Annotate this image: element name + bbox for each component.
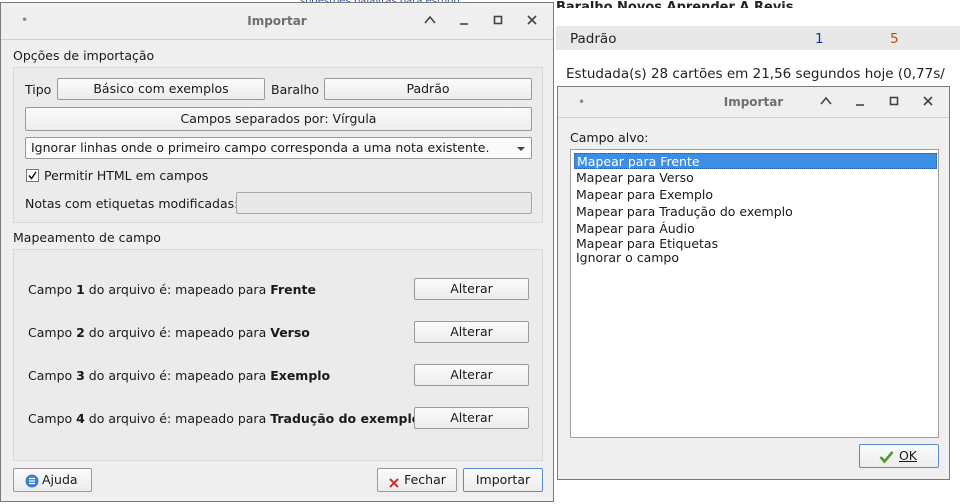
ok-label: OK [898, 448, 918, 463]
close-label: Fechar [404, 472, 446, 487]
help-label: Ajuda [42, 472, 78, 487]
deck-name[interactable]: Padrão [570, 31, 616, 47]
close-button[interactable]: Fechar [377, 468, 457, 492]
duplicate-handling-value: Ignorar linhas onde o primeiro campo cor… [31, 140, 490, 155]
minimize-icon[interactable] [453, 11, 475, 31]
help-icon [25, 473, 39, 495]
note-type-button[interactable]: Básico com exemplos [57, 78, 265, 100]
close-icon[interactable] [521, 11, 543, 31]
field-select-titlebar[interactable]: • Importar [558, 87, 949, 118]
change-field-1-button[interactable]: Alterar [414, 278, 529, 300]
chevron-up-icon[interactable] [419, 11, 441, 31]
tags-label: Notas com etiquetas modificadas: [25, 196, 239, 211]
target-field-label: Campo alvo: [570, 130, 649, 145]
mapping-row: Campo 2 do arquivo é: mapeado para Verso [28, 325, 310, 340]
target-field-list[interactable]: Mapear para Frente Mapear para Verso Map… [570, 149, 939, 438]
close-x-icon [388, 474, 400, 496]
change-field-2-button[interactable]: Alterar [414, 321, 529, 343]
mapping-row: Campo 4 do arquivo é: mapeado para Tradu… [28, 411, 421, 426]
type-label: Tipo [25, 82, 52, 97]
deck-learn-count: 5 [890, 31, 899, 47]
maximize-icon[interactable] [883, 92, 905, 112]
minimize-icon[interactable] [849, 92, 871, 112]
import-button[interactable]: Importar [463, 468, 543, 492]
tags-input[interactable] [236, 192, 532, 214]
import-options-group: Tipo Básico com exemplos Baralho Padrão … [13, 67, 543, 223]
deck-row[interactable] [556, 26, 960, 50]
duplicate-handling-select[interactable]: Ignorar linhas onde o primeiro campo cor… [25, 137, 532, 159]
deck-list-header: Baralho Novos Aprender A Revis [556, 0, 794, 8]
mapping-row: Campo 1 do arquivo é: mapeado para Frent… [28, 282, 316, 297]
checkmark-icon [879, 449, 894, 471]
field-mapping-title: Mapeamento de campo [13, 230, 161, 245]
maximize-icon[interactable] [487, 11, 509, 31]
list-item[interactable]: Mapear para Exemplo [574, 187, 937, 203]
field-select-dialog: • Importar Campo alvo: Mapear para Frent… [557, 86, 950, 480]
chevron-up-icon[interactable] [815, 92, 837, 112]
list-item[interactable]: Mapear para Verso [574, 170, 937, 186]
import-titlebar[interactable]: • Importar [1, 3, 553, 40]
help-button[interactable]: Ajuda [13, 468, 92, 492]
import-options-title: Opções de importação [13, 48, 155, 63]
close-icon[interactable] [917, 92, 939, 112]
mapping-row: Campo 3 do arquivo é: mapeado para Exemp… [28, 368, 331, 383]
change-field-4-button[interactable]: Alterar [414, 407, 529, 429]
list-item[interactable]: Mapear para Áudio [574, 221, 937, 237]
field-separator-button[interactable]: Campos separados por: Vírgula [25, 107, 532, 131]
allow-html-label: Permitir HTML em campos [44, 168, 209, 183]
deck-button[interactable]: Padrão [324, 78, 532, 100]
chevron-down-icon [517, 147, 525, 151]
field-mapping-group: Campo 1 do arquivo é: mapeado para Frent… [13, 249, 543, 461]
allow-html-checkbox[interactable] [26, 169, 39, 182]
studied-summary: Estudada(s) 28 cartões em 21,56 segundos… [566, 66, 945, 82]
import-dialog: • Importar Opções de importação Tipo Bás… [0, 2, 554, 502]
deck-label: Baralho [271, 82, 320, 97]
list-item[interactable]: Mapear para Frente [574, 153, 937, 169]
deck-new-count: 1 [815, 31, 824, 47]
list-item[interactable]: Mapear para Tradução do exemplo [574, 204, 937, 220]
list-item[interactable]: Ignorar o campo [574, 250, 937, 266]
ok-button[interactable]: OK [859, 444, 939, 468]
change-field-3-button[interactable]: Alterar [414, 364, 529, 386]
